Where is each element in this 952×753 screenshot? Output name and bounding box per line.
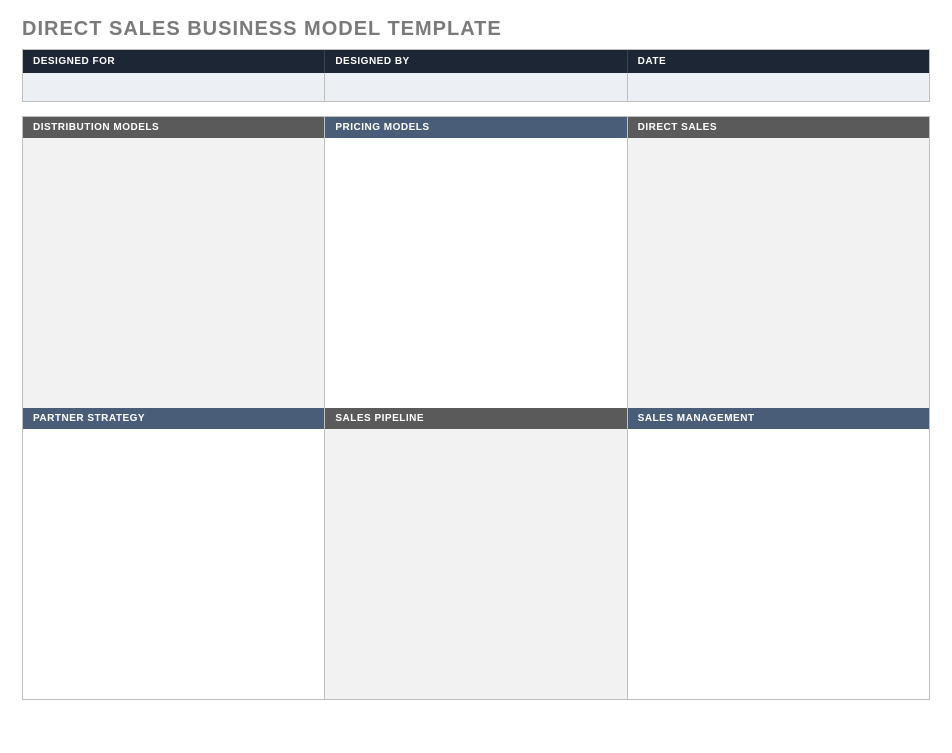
- section-body-sales-management[interactable]: [628, 429, 929, 699]
- canvas-col-partner-strategy: PARTNER STRATEGY: [23, 408, 325, 699]
- section-header-pricing-models: PRICING MODELS: [325, 117, 626, 138]
- meta-table: DESIGNED FOR DESIGNED BY DATE: [22, 49, 930, 102]
- section-body-partner-strategy[interactable]: [23, 429, 324, 699]
- meta-header-designed-by: DESIGNED BY: [325, 50, 627, 73]
- meta-value-designed-for[interactable]: [23, 73, 325, 101]
- section-body-direct-sales[interactable]: [628, 138, 929, 408]
- canvas-col-sales-pipeline: SALES PIPELINE: [325, 408, 627, 699]
- meta-value-designed-by[interactable]: [325, 73, 627, 101]
- section-header-distribution-models: DISTRIBUTION MODELS: [23, 117, 324, 138]
- canvas-row-1: DISTRIBUTION MODELS PRICING MODELS DIREC…: [23, 117, 929, 408]
- canvas-col-pricing-models: PRICING MODELS: [325, 117, 627, 408]
- meta-header-designed-for: DESIGNED FOR: [23, 50, 325, 73]
- section-header-direct-sales: DIRECT SALES: [628, 117, 929, 138]
- canvas-col-sales-management: SALES MANAGEMENT: [628, 408, 929, 699]
- section-header-partner-strategy: PARTNER STRATEGY: [23, 408, 324, 429]
- meta-header-row: DESIGNED FOR DESIGNED BY DATE: [23, 50, 929, 73]
- canvas-col-distribution-models: DISTRIBUTION MODELS: [23, 117, 325, 408]
- meta-value-row: [23, 73, 929, 101]
- canvas-col-direct-sales: DIRECT SALES: [628, 117, 929, 408]
- meta-value-date[interactable]: [628, 73, 929, 101]
- business-model-canvas: DISTRIBUTION MODELS PRICING MODELS DIREC…: [22, 116, 930, 700]
- section-body-pricing-models[interactable]: [325, 138, 626, 408]
- page-title: DIRECT SALES BUSINESS MODEL TEMPLATE: [22, 18, 930, 41]
- meta-header-date: DATE: [628, 50, 929, 73]
- section-header-sales-pipeline: SALES PIPELINE: [325, 408, 626, 429]
- section-body-distribution-models[interactable]: [23, 138, 324, 408]
- section-body-sales-pipeline[interactable]: [325, 429, 626, 699]
- section-header-sales-management: SALES MANAGEMENT: [628, 408, 929, 429]
- canvas-row-2: PARTNER STRATEGY SALES PIPELINE SALES MA…: [23, 408, 929, 699]
